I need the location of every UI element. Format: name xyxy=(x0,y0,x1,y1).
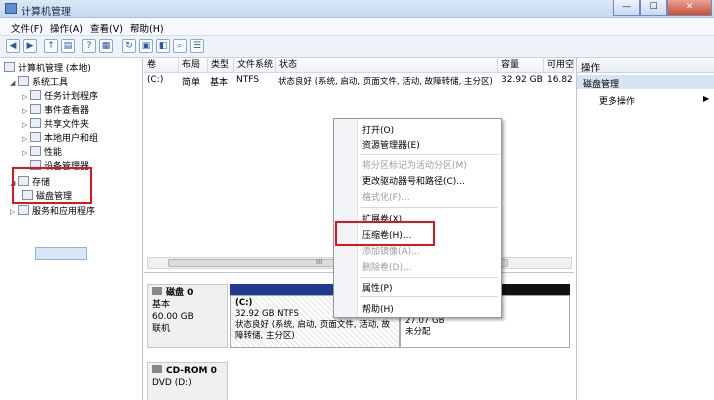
col-status[interactable]: 状态 xyxy=(276,58,498,73)
menu-open[interactable]: 打开(O) xyxy=(362,123,394,136)
menu-view[interactable]: 查看(V) xyxy=(90,21,123,35)
chevron-right-icon[interactable]: ▶ xyxy=(703,94,709,103)
menu-properties[interactable]: 属性(P) xyxy=(362,281,392,294)
partition-c-status: 状态良好 (系统, 启动, 页面文件, 活动, 故障转储, 主分区) xyxy=(235,320,391,341)
shared-folder-icon xyxy=(30,118,41,128)
tree-item-root[interactable]: 计算机管理 (本地) xyxy=(4,61,91,74)
col-layout[interactable]: 布局 xyxy=(179,58,208,73)
minimize-button[interactable]: — xyxy=(613,0,640,16)
disk-icon[interactable]: ◧ xyxy=(156,39,170,53)
clock-icon xyxy=(30,90,41,100)
navigation-tree: 计算机管理 (本地) ◢ 系统工具 ▷ 任务计划程序 ▷ 事件查看器 ▷ 共享文件夹 ▷… xyxy=(0,58,143,400)
computer-management-icon xyxy=(5,3,17,14)
scroll-grip: III xyxy=(316,258,323,266)
title-bar: 计算机管理 — ☐ ✕ xyxy=(0,0,714,18)
menu-format: 格式化(F)... xyxy=(362,193,410,203)
row-type: 基本 xyxy=(210,78,229,88)
unalloc-status: 未分配 xyxy=(405,327,431,337)
more-actions-link[interactable]: 更多操作 xyxy=(599,94,635,107)
expand-arrow-icon[interactable]: ◢ xyxy=(10,79,18,87)
disk0-name: 磁盘 0 xyxy=(166,288,194,298)
col-capacity[interactable]: 容量 xyxy=(498,58,544,73)
cdrom-icon xyxy=(152,365,162,373)
col-volume[interactable]: 卷 xyxy=(144,58,179,73)
actions-section-disk-management[interactable]: 磁盘管理 xyxy=(577,75,714,90)
disk0-size: 60.00 GB xyxy=(152,312,194,322)
context-menu: 打开(O) 资源管理器(E) 将分区标记为活动分区(M) 更改驱动器号和路径(C… xyxy=(333,118,502,318)
cdrom-drive: DVD (D:) xyxy=(152,378,192,388)
tools-icon xyxy=(18,76,29,86)
users-icon xyxy=(30,132,41,142)
show-tree-icon[interactable]: ▤ xyxy=(61,39,75,53)
cdrom-name: CD-ROM 0 xyxy=(166,366,217,376)
disk0-info[interactable]: 磁盘 0 基本 60.00 GB 联机 xyxy=(147,284,228,348)
menu-action[interactable]: 操作(A) xyxy=(50,21,83,35)
maximize-button[interactable]: ☐ xyxy=(640,0,667,16)
refresh-icon[interactable]: ↻ xyxy=(122,39,136,53)
properties-icon[interactable]: ▣ xyxy=(139,39,153,53)
annotation-box-storage xyxy=(12,167,92,204)
row-volume[interactable]: (C:) xyxy=(147,75,179,85)
tree-selection-highlight xyxy=(35,247,87,260)
toolbar: ◀ ▶ ↑ ▤ ? ▦ ↻ ▣ ◧ ⌕ ☰ xyxy=(0,36,714,58)
performance-icon xyxy=(30,146,41,156)
tree-item-performance[interactable]: ▷ 性能 xyxy=(22,145,62,158)
services-icon xyxy=(18,205,29,215)
forward-icon[interactable]: ▶ xyxy=(23,39,37,53)
col-filesystem[interactable]: 文件系统 xyxy=(234,58,276,73)
actions-pane: 操作 磁盘管理 更多操作 ▶ xyxy=(576,58,714,400)
list-view-icon[interactable]: ☰ xyxy=(190,39,204,53)
menu-file[interactable]: 文件(F) xyxy=(11,21,43,35)
row-layout: 简单 xyxy=(182,78,201,88)
menu-change-letter[interactable]: 更改驱动器号和路径(C)... xyxy=(362,174,465,187)
menu-gutter xyxy=(334,119,358,317)
cdrom0-info[interactable]: CD-ROM 0 DVD (D:) xyxy=(147,362,228,400)
menu-explore[interactable]: 资源管理器(E) xyxy=(362,138,420,151)
tree-item-event-viewer[interactable]: ▷ 事件查看器 xyxy=(22,103,89,116)
disk-icon xyxy=(152,287,162,295)
help-icon[interactable]: ? xyxy=(82,39,96,53)
row-filesystem: NTFS xyxy=(236,75,259,85)
row-free: 16.82 xyxy=(547,75,573,85)
tree-item-local-users[interactable]: ▷ 本地用户和组 xyxy=(22,131,98,144)
close-button[interactable]: ✕ xyxy=(667,0,712,16)
col-type[interactable]: 类型 xyxy=(208,58,234,73)
tree-item-services-apps[interactable]: ▷ 服务和应用程序 xyxy=(10,204,95,217)
actions-header: 操作 xyxy=(577,58,714,74)
tree-item-shared-folders[interactable]: ▷ 共享文件夹 xyxy=(22,117,89,130)
back-icon[interactable]: ◀ xyxy=(6,39,20,53)
window-title: 计算机管理 xyxy=(21,7,71,18)
search-icon[interactable]: ⌕ xyxy=(173,39,187,53)
menu-delete: 删除卷(D)... xyxy=(362,263,412,273)
console-icon[interactable]: ▦ xyxy=(99,39,113,53)
menu-bar: 文件(F) 操作(A) 查看(V) 帮助(H) xyxy=(0,18,714,36)
up-folder-icon[interactable]: ↑ xyxy=(44,39,58,53)
annotation-box-shrink xyxy=(335,221,435,246)
menu-mark-active: 将分区标记为活动分区(M) xyxy=(362,161,467,171)
disk0-status: 联机 xyxy=(152,324,171,334)
row-capacity: 32.92 GB xyxy=(501,75,543,85)
disk0-type: 基本 xyxy=(152,300,171,310)
col-free[interactable]: 可用空 xyxy=(544,58,574,73)
menu-help[interactable]: 帮助(H) xyxy=(362,302,394,315)
tree-item-task-scheduler[interactable]: ▷ 任务计划程序 xyxy=(22,89,98,102)
row-status: 状态良好 (系统, 启动, 页面文件, 活动, 故障转储, 主分区) xyxy=(278,77,493,87)
event-viewer-icon xyxy=(30,104,41,114)
menu-help[interactable]: 帮助(H) xyxy=(130,21,164,35)
computer-icon xyxy=(4,62,15,72)
tree-item-system-tools[interactable]: ◢ 系统工具 xyxy=(10,75,68,88)
